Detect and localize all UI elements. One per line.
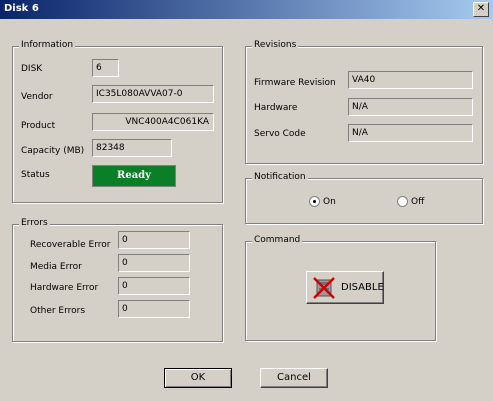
radio-selected-dot bbox=[313, 200, 316, 203]
cancel-button[interactable]: Cancel bbox=[260, 368, 328, 388]
notification-off-radio[interactable] bbox=[397, 196, 408, 207]
disable-button[interactable]: DISABLE bbox=[306, 271, 384, 304]
status-label: Status bbox=[21, 170, 50, 180]
errors-legend: Errors bbox=[19, 218, 50, 228]
firmware-revision-field: VA40 bbox=[348, 71, 473, 89]
ok-button-label: OK bbox=[190, 372, 206, 383]
vendor-label: Vendor bbox=[21, 92, 53, 102]
notification-legend: Notification bbox=[252, 172, 308, 182]
media-error-label: Media Error bbox=[30, 262, 82, 272]
title-bar: Disk 6 ✕ bbox=[0, 0, 493, 19]
hardware-revision-label: Hardware bbox=[254, 103, 298, 113]
servo-code-label: Servo Code bbox=[254, 129, 306, 139]
vendor-field: IC35L080AVVA07-0 bbox=[92, 85, 214, 103]
close-icon: ✕ bbox=[476, 3, 486, 14]
disk-label: DISK bbox=[21, 64, 43, 74]
notification-on-radio[interactable] bbox=[309, 196, 320, 207]
capacity-label: Capacity (MB) bbox=[21, 146, 85, 156]
disable-disk-icon bbox=[313, 277, 335, 299]
product-label: Product bbox=[21, 121, 56, 131]
window-title: Disk 6 bbox=[4, 3, 39, 14]
hardware-error-field: 0 bbox=[118, 277, 190, 295]
disable-button-label: DISABLE bbox=[341, 282, 384, 293]
media-error-field: 0 bbox=[118, 254, 190, 272]
status-badge: Ready bbox=[92, 165, 176, 187]
recoverable-error-field: 0 bbox=[118, 231, 190, 249]
ok-button[interactable]: OK bbox=[164, 368, 232, 388]
other-errors-label: Other Errors bbox=[30, 306, 86, 316]
information-legend: Information bbox=[19, 40, 76, 50]
notification-group: Notification bbox=[245, 172, 483, 224]
disk-field: 6 bbox=[92, 59, 119, 77]
revisions-legend: Revisions bbox=[252, 40, 299, 50]
notification-on-label[interactable]: On bbox=[323, 197, 336, 207]
command-legend: Command bbox=[252, 235, 303, 245]
close-button[interactable]: ✕ bbox=[473, 2, 489, 17]
recoverable-error-label: Recoverable Error bbox=[30, 240, 111, 250]
servo-code-field: N/A bbox=[348, 124, 473, 142]
hardware-error-label: Hardware Error bbox=[30, 283, 99, 293]
product-field: VNC400A4C061KA bbox=[92, 113, 214, 131]
capacity-field: 82348 bbox=[92, 139, 172, 157]
other-errors-field: 0 bbox=[118, 300, 190, 318]
firmware-revision-label: Firmware Revision bbox=[254, 78, 336, 88]
notification-off-label[interactable]: Off bbox=[411, 197, 424, 207]
cancel-button-label: Cancel bbox=[277, 372, 311, 383]
hardware-revision-field: N/A bbox=[348, 98, 473, 116]
